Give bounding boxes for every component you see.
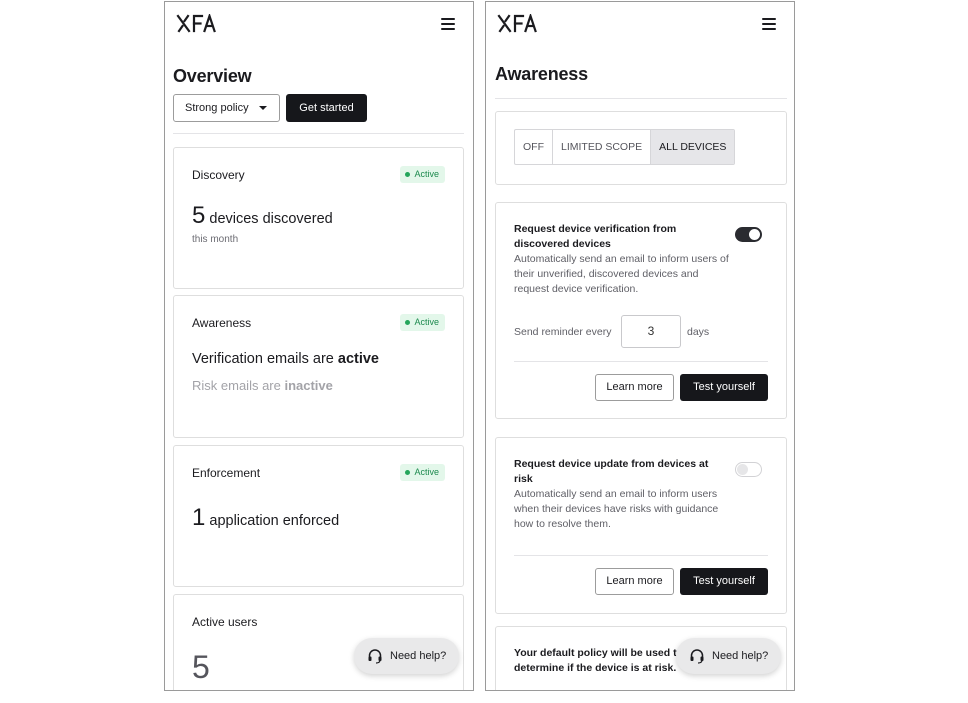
enforcement-count: 1 bbox=[192, 504, 206, 531]
scope-option-all-devices[interactable]: ALL DEVICES bbox=[651, 130, 735, 164]
discovery-period: this month bbox=[192, 234, 239, 245]
verification-card: Request device verification from discove… bbox=[495, 202, 787, 419]
need-help-button[interactable]: Need help? bbox=[676, 638, 782, 674]
risk-title: Request device update from devices at ri… bbox=[514, 458, 709, 485]
divider bbox=[495, 98, 787, 99]
policy-note: Your default policy will be used to dete… bbox=[514, 647, 683, 674]
discovery-stat: 5 devices discovered bbox=[192, 202, 333, 230]
card-title: Enforcement bbox=[192, 466, 261, 480]
reminder-unit: days bbox=[687, 326, 710, 338]
verification-title: Request device verification from discove… bbox=[514, 223, 677, 250]
risk-toggle[interactable] bbox=[735, 462, 762, 477]
overview-screen: Overview Strong policy Get started Disco… bbox=[164, 1, 474, 691]
xfa-logo[interactable] bbox=[497, 14, 537, 33]
enforcement-card[interactable]: Enforcement Active 1 application enforce… bbox=[173, 445, 464, 587]
awareness-card[interactable]: Awareness Active Verification emails are… bbox=[173, 295, 464, 438]
divider bbox=[514, 555, 768, 556]
card-title: Active users bbox=[192, 615, 258, 629]
verification-label: Verification emails are bbox=[192, 351, 338, 367]
test-yourself-button[interactable]: Test yourself bbox=[680, 568, 768, 595]
policy-select[interactable]: Strong policy bbox=[173, 94, 280, 122]
page-title: Overview bbox=[173, 66, 252, 86]
enforcement-text: application enforced bbox=[209, 513, 340, 529]
hamburger-menu-icon[interactable] bbox=[762, 18, 776, 30]
risk-status: inactive bbox=[284, 378, 333, 393]
policy-select-value: Strong policy bbox=[185, 102, 249, 114]
awareness-screen: Awareness OFF LIMITED SCOPE ALL DEVICES … bbox=[485, 1, 795, 691]
discovery-count: 5 bbox=[192, 202, 206, 229]
xfa-logo[interactable] bbox=[176, 14, 216, 33]
status-badge: Active bbox=[400, 166, 445, 183]
active-users-count: 5 bbox=[192, 649, 210, 685]
risk-card: Request device update from devices at ri… bbox=[495, 437, 787, 614]
divider bbox=[173, 133, 464, 134]
risk-description: Automatically send an email to inform us… bbox=[514, 488, 719, 530]
verification-status-line: Verification emails are active bbox=[192, 351, 379, 367]
scope-option-limited[interactable]: LIMITED SCOPE bbox=[553, 130, 652, 164]
page-title: Awareness bbox=[495, 64, 588, 84]
scope-selector[interactable]: OFF LIMITED SCOPE ALL DEVICES bbox=[514, 129, 736, 165]
need-help-button[interactable]: Need help? bbox=[354, 638, 460, 674]
need-help-label: Need help? bbox=[390, 650, 447, 662]
get-started-button[interactable]: Get started bbox=[286, 94, 367, 122]
headset-icon bbox=[690, 649, 704, 664]
status-badge: Active bbox=[400, 314, 445, 331]
hamburger-menu-icon[interactable] bbox=[441, 18, 455, 30]
discovery-text: devices discovered bbox=[209, 211, 333, 227]
status-badge: Active bbox=[400, 464, 445, 481]
learn-more-button[interactable]: Learn more bbox=[595, 374, 674, 401]
caret-down-icon bbox=[259, 106, 267, 110]
test-yourself-button[interactable]: Test yourself bbox=[680, 374, 768, 401]
discovery-card[interactable]: Discovery Active 5 devices discovered th… bbox=[173, 147, 464, 289]
card-title: Discovery bbox=[192, 168, 245, 182]
need-help-label: Need help? bbox=[712, 650, 769, 662]
risk-status-line: Risk emails are inactive bbox=[192, 378, 333, 393]
reminder-days-input[interactable]: 3 bbox=[621, 315, 681, 348]
reminder-label: Send reminder every bbox=[514, 326, 612, 338]
headset-icon bbox=[368, 649, 382, 664]
verification-description: Automatically send an email to inform us… bbox=[514, 253, 729, 295]
divider bbox=[514, 361, 768, 362]
enforcement-stat: 1 application enforced bbox=[192, 504, 339, 532]
risk-label: Risk emails are bbox=[192, 378, 285, 393]
card-title: Awareness bbox=[192, 316, 252, 330]
learn-more-button[interactable]: Learn more bbox=[595, 568, 674, 595]
verification-toggle[interactable] bbox=[735, 227, 762, 242]
scope-option-off[interactable]: OFF bbox=[515, 130, 553, 164]
verification-status: active bbox=[337, 351, 379, 367]
